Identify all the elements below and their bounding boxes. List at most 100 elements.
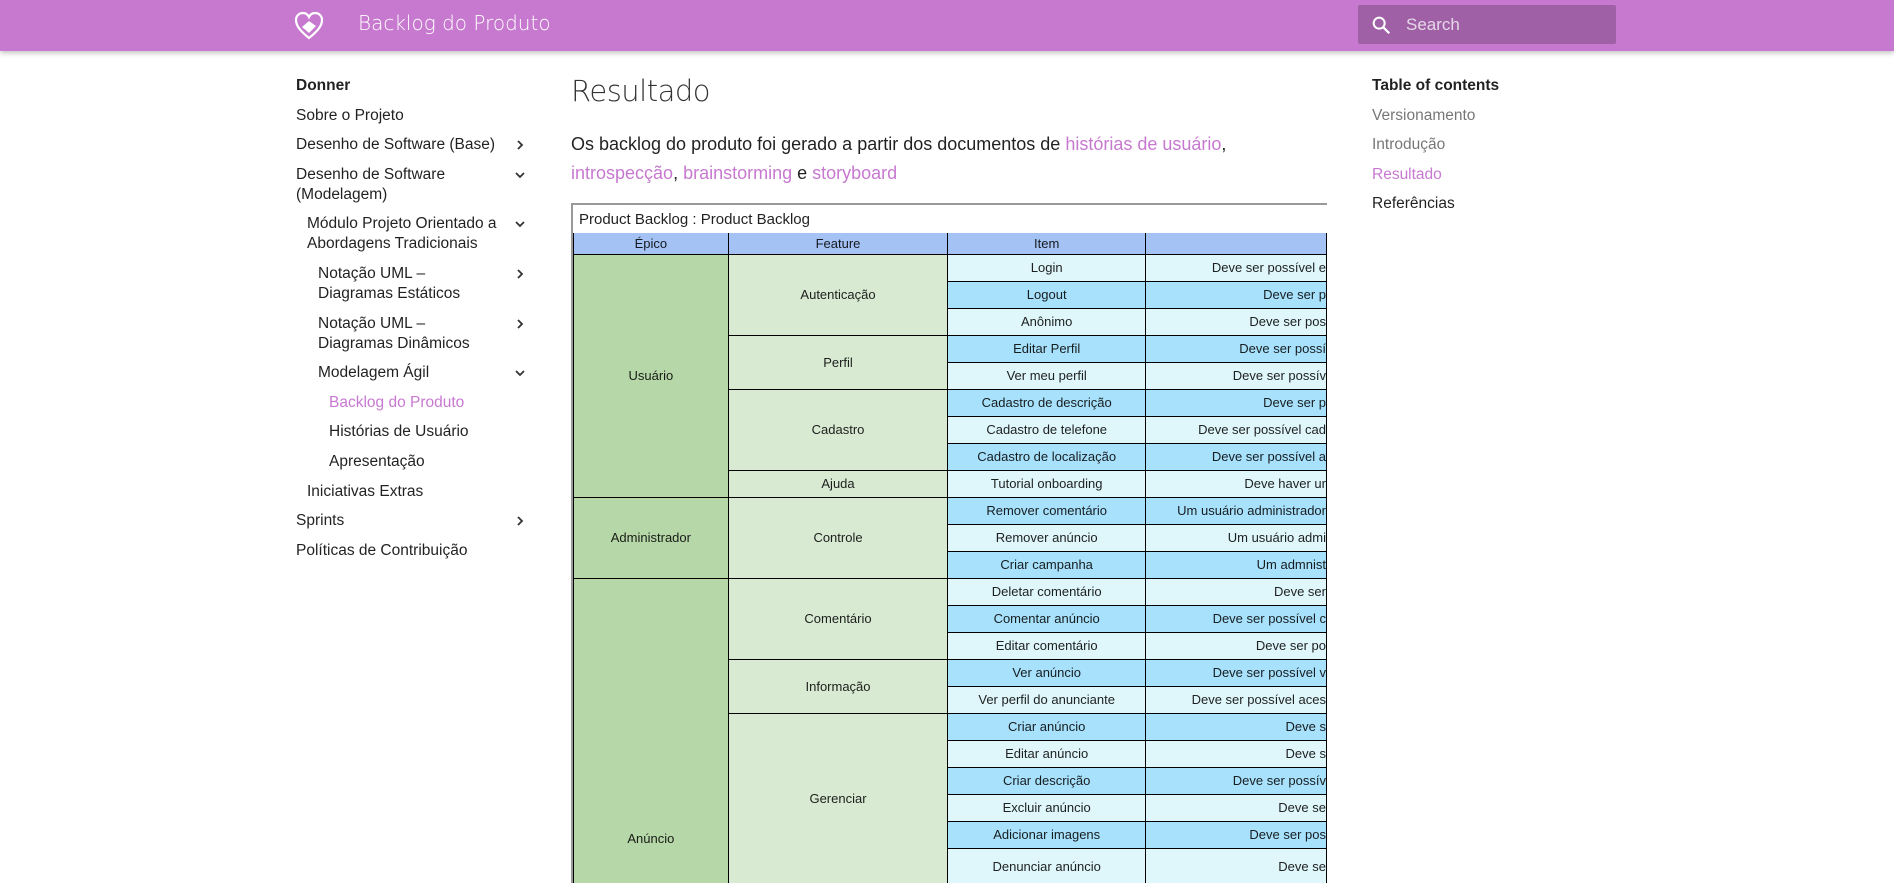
col-header-descricao xyxy=(1145,233,1327,255)
item-cell: Ver anúncio xyxy=(947,658,1147,687)
toc-item[interactable]: Versionamento xyxy=(1372,106,1499,126)
description-cell: Deve ser p xyxy=(1145,388,1327,417)
chevron-right-icon[interactable] xyxy=(513,138,527,152)
link-historias[interactable]: histórias de usuário xyxy=(1065,134,1221,154)
item-cell: Remover comentário xyxy=(947,496,1147,525)
sidebar-item[interactable]: Módulo Projeto Orientado a Abordagens Tr… xyxy=(296,214,531,254)
link-introspeccao[interactable]: introspecção xyxy=(571,163,673,183)
feature-cell: Comentário xyxy=(727,577,949,660)
sidebar-item-label: Políticas de Contribuição xyxy=(296,541,468,559)
sidebar-item[interactable]: Notação UML – Diagramas Dinâmicos xyxy=(296,314,531,354)
item-cell: Tutorial onboarding xyxy=(947,469,1147,498)
item-cell: Criar descrição xyxy=(947,766,1147,795)
table-row: Usuário Autenticação Login Deve ser possíve… xyxy=(573,253,1327,498)
sidebar-item[interactable]: Donner xyxy=(296,76,531,96)
chevron-down-icon[interactable] xyxy=(513,366,527,380)
intro-paragraph: Os backlog do produto foi gerado a parti… xyxy=(571,130,1331,188)
item-cell: Anônimo xyxy=(947,307,1147,336)
description-cell: Deve se xyxy=(1145,793,1327,822)
sidebar-item-label: Iniciativas Extras xyxy=(307,482,424,500)
toc-title: Table of contents xyxy=(1372,77,1500,94)
item-cell: Comentar anúncio xyxy=(947,604,1147,633)
sidebar-item-label: Desenho de Software (Modelagem) xyxy=(296,165,446,203)
description-cell: Deve s xyxy=(1145,712,1327,741)
col-header-feature: Feature xyxy=(727,233,949,255)
top-header: Backlog do Produto Search xyxy=(0,0,1894,51)
description-cell: Deve haver ur xyxy=(1145,469,1327,498)
sidebar-item-label: Desenho de Software (Base) xyxy=(296,136,496,154)
description-cell: Deve ser possí xyxy=(1145,334,1327,363)
description-cell: Deve ser pos xyxy=(1145,820,1327,849)
intro-text: , xyxy=(1221,134,1227,154)
col-header-item: Item xyxy=(947,233,1147,255)
search-input[interactable]: Search xyxy=(1358,5,1616,44)
logo-heart-handshake-icon[interactable] xyxy=(294,11,324,41)
link-storyboard[interactable]: storyboard xyxy=(812,163,897,183)
table-of-contents: Table of contents Versionamento Introduçã… xyxy=(1372,76,1499,224)
item-cell: Ver meu perfil xyxy=(947,361,1147,390)
sidebar-item[interactable]: Notação UML – Diagramas Estáticos xyxy=(296,264,531,304)
item-cell: Denunciar anúncio xyxy=(947,847,1147,883)
item-cell: Criar anúncio xyxy=(947,712,1147,741)
description-cell: Deve ser possível e xyxy=(1145,253,1327,282)
page-title: Resultado xyxy=(571,74,711,108)
table-row: Anúncio Comentário Deletar comentário Deve … xyxy=(573,577,1327,883)
sidebar-item[interactable]: Backlog do Produto xyxy=(296,393,531,413)
sidebar-item[interactable]: Desenho de Software (Modelagem) xyxy=(296,165,531,205)
sidebar-item[interactable]: Modelagem Ágil xyxy=(296,363,531,383)
sidebar-item-label: Notação UML – Diagramas Dinâmicos xyxy=(318,314,470,352)
feature-cell: Perfil xyxy=(727,334,949,390)
sidebar-item-label: Apresentação xyxy=(329,452,425,470)
sidebar-item[interactable]: Políticas de Contribuição xyxy=(296,541,531,561)
description-cell: Deve ser possív xyxy=(1145,766,1327,795)
chevron-right-icon[interactable] xyxy=(513,317,527,331)
sidebar-item[interactable]: Apresentação xyxy=(296,452,531,472)
item-cell: Editar Perfil xyxy=(947,334,1147,363)
backlog-table-container[interactable]: Product Backlog : Product Backlog Épico … xyxy=(571,203,1327,883)
sidebar-item-label: Sprints xyxy=(296,512,345,530)
description-cell: Deve ser possív xyxy=(1145,361,1327,390)
description-cell: Deve ser possível a xyxy=(1145,442,1327,471)
sidebar-item-label: Notação UML – Diagramas Estáticos xyxy=(318,264,461,302)
sidebar-item-label: Donner xyxy=(296,77,351,94)
chevron-right-icon[interactable] xyxy=(513,267,527,281)
feature-cell: Cadastro xyxy=(727,388,949,471)
item-cell: Excluir anúncio xyxy=(947,793,1147,822)
chevron-right-icon[interactable] xyxy=(513,514,527,528)
description-cell: Deve ser possível aces xyxy=(1145,685,1327,714)
item-cell: Logout xyxy=(947,280,1147,309)
sidebar-item[interactable]: Sobre o Projeto xyxy=(296,106,531,126)
description-cell: Deve ser po xyxy=(1145,631,1327,660)
description-cell: Um usuário administrador xyxy=(1145,496,1327,525)
epic-cell: Anúncio xyxy=(573,577,729,883)
sidebar-item[interactable]: Iniciativas Extras xyxy=(296,482,531,502)
link-brainstorming[interactable]: brainstorming xyxy=(683,163,792,183)
item-cell: Editar comentário xyxy=(947,631,1147,660)
sidebar-item-label: Sobre o Projeto xyxy=(296,106,404,124)
description-cell: Deve ser p xyxy=(1145,280,1327,309)
item-cell: Ver perfil do anunciante xyxy=(947,685,1147,714)
item-cell: Cadastro de telefone xyxy=(947,415,1147,444)
item-cell: Criar campanha xyxy=(947,550,1147,579)
toc-item[interactable]: Introdução xyxy=(1372,135,1499,155)
main-content: Resultado Os backlog do produto foi gera… xyxy=(571,74,1331,188)
description-cell: Um admnist xyxy=(1145,550,1327,579)
item-cell: Cadastro de descrição xyxy=(947,388,1147,417)
description-cell: Deve ser xyxy=(1145,577,1327,606)
sidebar-item[interactable]: Histórias de Usuário xyxy=(296,422,531,442)
toc-item[interactable]: Referências xyxy=(1372,194,1499,214)
description-cell: Deve ser pos xyxy=(1145,307,1327,336)
intro-text: e xyxy=(792,163,813,183)
sidebar-item[interactable]: Sprints xyxy=(296,511,531,531)
col-header-epico: Épico xyxy=(573,233,729,255)
sidebar-item[interactable]: Desenho de Software (Base) xyxy=(296,135,531,155)
sidebar-item-label: Histórias de Usuário xyxy=(329,423,469,441)
item-cell: Cadastro de localização xyxy=(947,442,1147,471)
chevron-down-icon[interactable] xyxy=(513,168,527,182)
sidebar-item-label: Backlog do Produto xyxy=(329,393,465,411)
chevron-down-icon[interactable] xyxy=(513,217,527,231)
toc-item[interactable]: Resultado xyxy=(1372,165,1499,185)
description-cell: Deve ser possível v xyxy=(1145,658,1327,687)
table-row: Administrador Controle Remover comentário U… xyxy=(573,496,1327,579)
description-cell: Um usuário admi xyxy=(1145,523,1327,552)
